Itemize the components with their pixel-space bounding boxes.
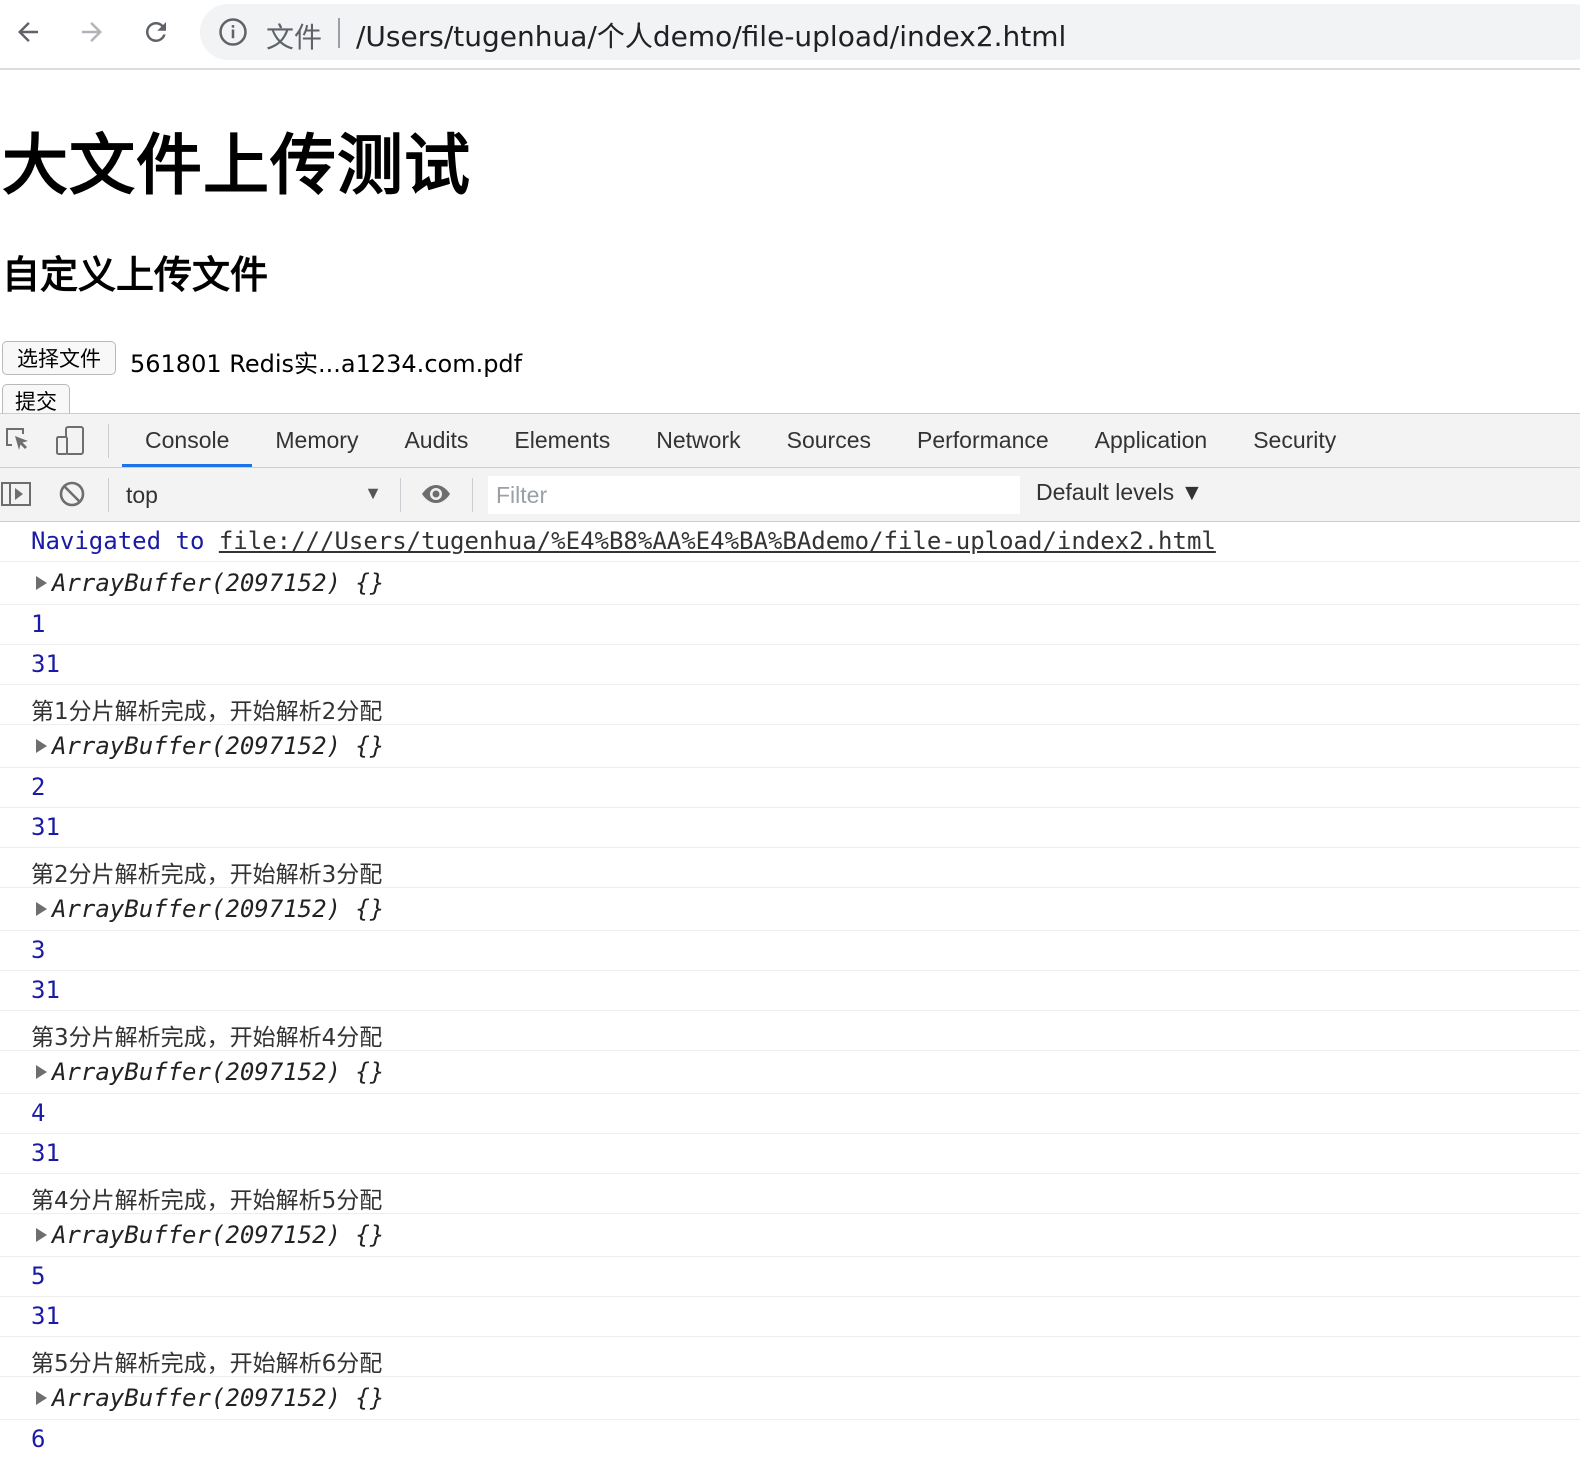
log-number: 31 [31,650,60,678]
log-row: 1 [0,605,1580,645]
log-message: 第1分片解析完成，开始解析2分配 [31,699,383,725]
devtools-panel: Console Memory Audits Elements Network S… [0,413,1580,1457]
page-subtitle: 自定义上传文件 [2,253,269,297]
device-toolbar-icon[interactable] [54,424,86,456]
log-number: 5 [31,1262,46,1290]
log-object-row[interactable]: ArrayBuffer(2097152) {} [0,1051,1580,1094]
reload-icon [145,21,166,42]
log-row: 31 [0,645,1580,685]
log-object-row[interactable]: ArrayBuffer(2097152) {} [0,562,1580,605]
console-toolbar: top ▼ Default levels ▼ [0,468,1580,522]
log-number: 4 [31,1099,46,1127]
context-selector[interactable]: top ▼ [110,475,392,515]
log-row: 第2分片解析完成，开始解析3分配 [0,848,1580,888]
navigation-prefix: Navigated to [31,527,205,555]
log-number: 31 [31,1139,60,1167]
reload-button[interactable] [130,6,182,58]
log-number: 31 [31,1302,60,1330]
log-object-row[interactable]: ArrayBuffer(2097152) {} [0,1377,1580,1420]
tab-sources[interactable]: Sources [764,414,894,467]
log-object-row[interactable]: ArrayBuffer(2097152) {} [0,1214,1580,1257]
clear-console-icon[interactable] [56,478,88,510]
log-number: 31 [31,976,60,1004]
page-title: 大文件上传测试 [2,127,471,204]
address-bar[interactable]: 文件 /Users/tugenhua/个人demo/file-upload/in… [200,4,1580,60]
scheme-label: 文件 [266,21,323,54]
log-row: 6 [0,1420,1580,1457]
dropdown-arrow-icon: ▼ [364,483,382,503]
arrow-right-icon [82,22,102,42]
log-row: 5 [0,1257,1580,1297]
log-object: ArrayBuffer(2097152) {} [52,895,385,923]
log-number: 3 [31,936,46,964]
devtools-tabbar: Console Memory Audits Elements Network S… [0,414,1580,468]
log-object-row[interactable]: ArrayBuffer(2097152) {} [0,725,1580,768]
choose-file-button[interactable]: 选择文件 [2,341,116,375]
log-row: 第4分片解析完成，开始解析5分配 [0,1174,1580,1214]
back-button[interactable] [2,6,54,58]
log-message: 第3分片解析完成，开始解析4分配 [31,1025,383,1051]
log-object-row[interactable]: ArrayBuffer(2097152) {} [0,888,1580,931]
expand-triangle-icon[interactable] [36,576,47,590]
log-row: 3 [0,931,1580,971]
toolbar-separator [472,478,473,512]
log-number: 2 [31,773,46,801]
devtools-tabs: Console Memory Audits Elements Network S… [122,414,1359,467]
toolbar-separator [108,424,109,458]
log-levels-dropdown[interactable]: Default levels ▼ [1036,479,1203,506]
console-log: Navigated to file:///Users/tugenhua/%E4%… [0,522,1580,1457]
navigation-text: Navigated to file:///Users/tugenhua/%E4%… [31,527,1216,555]
forward-button[interactable] [66,6,118,58]
log-message: 第4分片解析完成，开始解析5分配 [31,1188,383,1214]
tab-security[interactable]: Security [1230,414,1359,467]
log-row: 4 [0,1094,1580,1134]
selected-file-name: 561801 Redis实...a1234.com.pdf [130,350,523,378]
arrow-left-icon [18,22,38,42]
expand-triangle-icon[interactable] [36,1065,47,1079]
tab-performance[interactable]: Performance [894,414,1072,467]
url-text[interactable]: /Users/tugenhua/个人demo/file-upload/index… [356,15,1066,55]
log-object: ArrayBuffer(2097152) {} [52,1221,385,1249]
filter-input[interactable] [488,476,1020,514]
log-message: 第2分片解析完成，开始解析3分配 [31,862,383,888]
log-row: 2 [0,768,1580,808]
tab-audits[interactable]: Audits [381,414,491,467]
expand-triangle-icon[interactable] [36,1391,47,1405]
browser-toolbar: 文件 /Users/tugenhua/个人demo/file-upload/in… [0,0,1580,70]
log-number: 31 [31,813,60,841]
info-icon[interactable] [218,17,248,47]
log-row: 31 [0,1134,1580,1174]
navigation-message: Navigated to file:///Users/tugenhua/%E4%… [0,522,1580,562]
expand-triangle-icon[interactable] [36,902,47,916]
log-object: ArrayBuffer(2097152) {} [52,732,385,760]
log-object: ArrayBuffer(2097152) {} [52,1384,385,1412]
omnibox-divider [338,18,340,48]
eye-icon[interactable] [420,478,452,510]
toolbar-separator [108,478,109,512]
tab-network[interactable]: Network [633,414,763,467]
tab-memory[interactable]: Memory [252,414,381,467]
log-number: 1 [31,610,46,638]
navigation-url-link[interactable]: file:///Users/tugenhua/%E4%B8%AA%E4%BA%B… [219,527,1216,555]
log-object: ArrayBuffer(2097152) {} [52,1058,385,1086]
tab-elements[interactable]: Elements [491,414,633,467]
inspect-element-icon[interactable] [2,424,34,456]
log-message: 第5分片解析完成，开始解析6分配 [31,1351,383,1377]
expand-triangle-icon[interactable] [36,1228,47,1242]
context-label: top [126,482,158,508]
log-row: 31 [0,971,1580,1011]
log-row: 第5分片解析完成，开始解析6分配 [0,1337,1580,1377]
expand-triangle-icon[interactable] [36,739,47,753]
tab-application[interactable]: Application [1072,414,1231,467]
toolbar-separator [400,478,401,512]
log-number: 6 [31,1425,46,1453]
log-row: 第1分片解析完成，开始解析2分配 [0,685,1580,725]
sidebar-toggle-icon[interactable] [0,478,32,510]
log-row: 31 [0,808,1580,848]
log-object: ArrayBuffer(2097152) {} [52,569,385,597]
log-row: 第3分片解析完成，开始解析4分配 [0,1011,1580,1051]
tab-console[interactable]: Console [122,414,253,467]
log-row: 31 [0,1297,1580,1337]
